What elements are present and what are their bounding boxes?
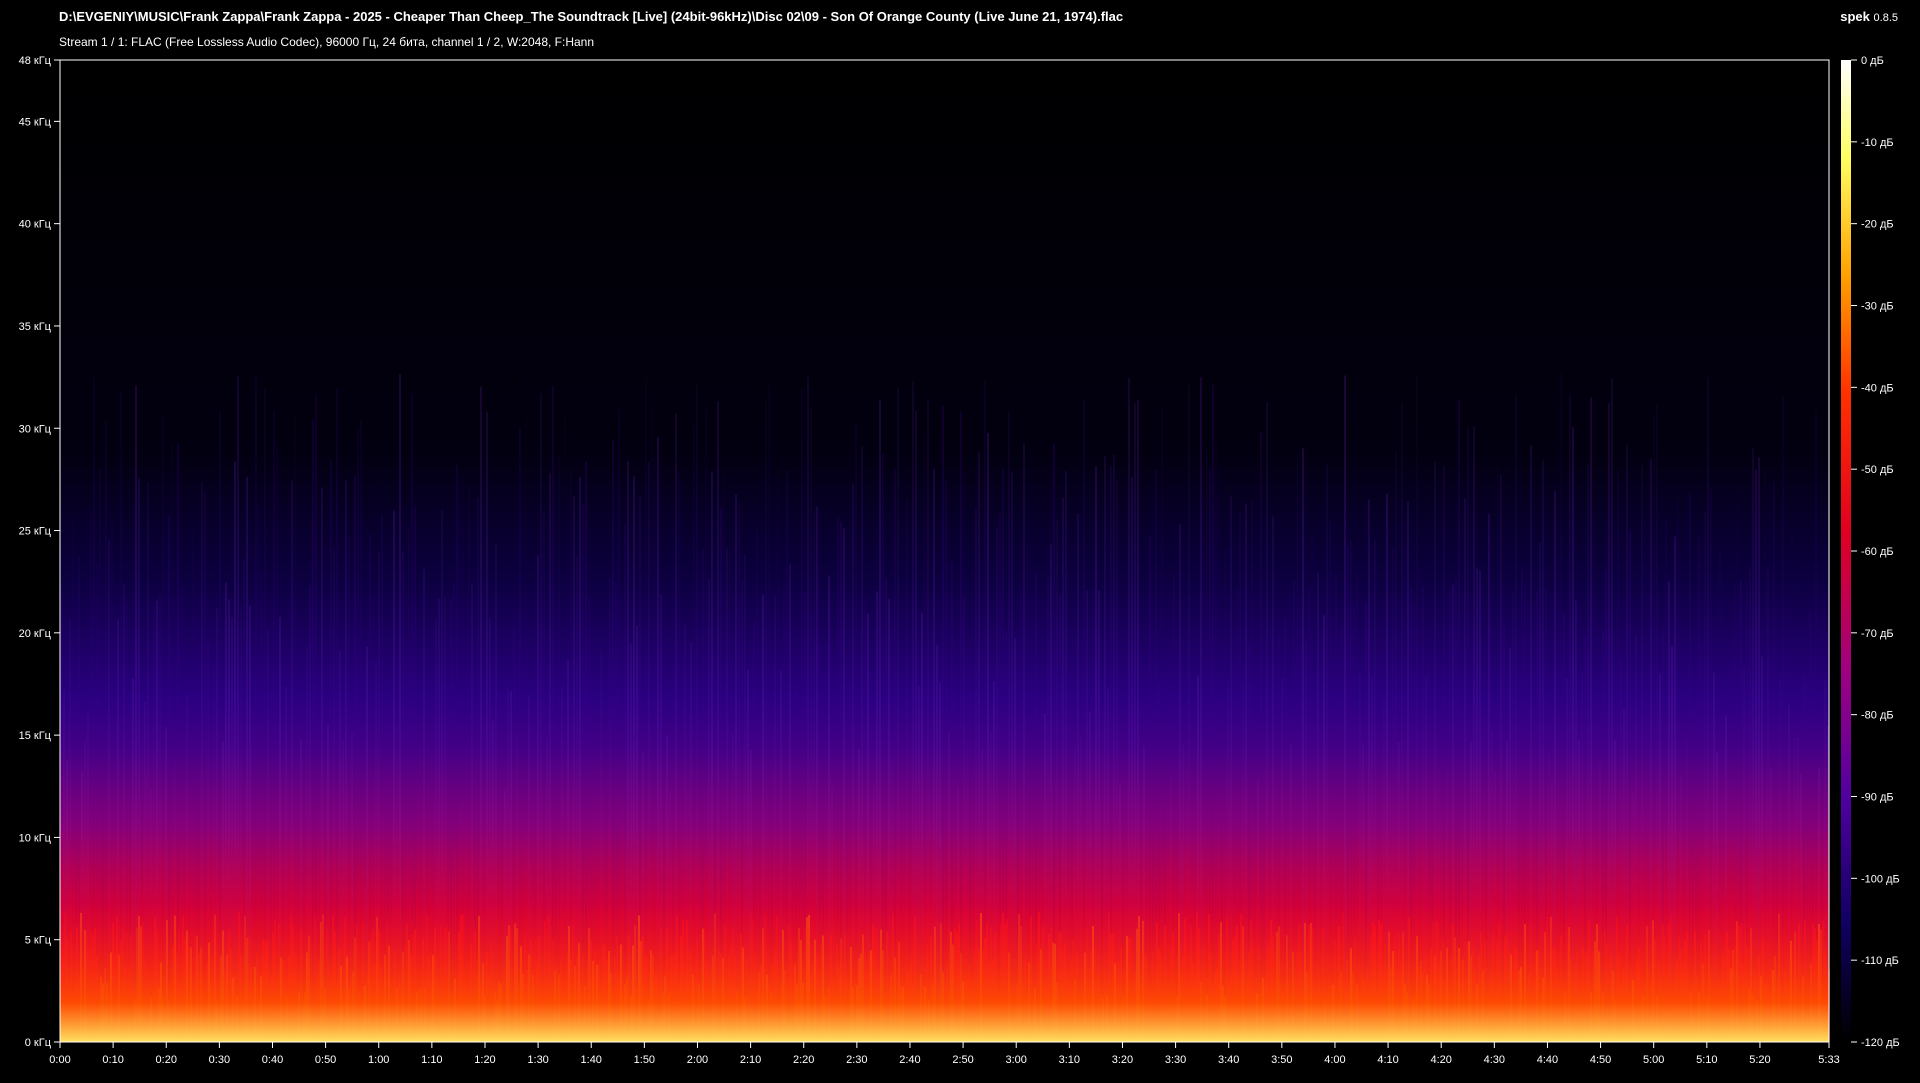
level-scale-ticks: 0 дБ -10 дБ -20 дБ -30 дБ -40 дБ -50 дБ -60 дБ… [1851,55,1900,1049]
time-tick-label: 0:40 [262,1054,283,1066]
time-tick-label: 4:50 [1590,1054,1611,1066]
time-tick-label: 3:50 [1271,1054,1292,1066]
time-tick-label: 5:33 [1818,1054,1839,1066]
level-tick-label: -80 дБ [1861,710,1894,722]
time-tick-label: 4:00 [1324,1054,1345,1066]
freq-tick-label: 45 кГц [19,116,52,128]
time-tick-label: 3:00 [1006,1054,1027,1066]
time-tick-label: 5:00 [1643,1054,1664,1066]
time-tick-label: 2:20 [793,1054,814,1066]
level-tick-label: -90 дБ [1861,792,1894,804]
time-tick-label: 3:30 [1165,1054,1186,1066]
time-tick-label: 4:20 [1430,1054,1451,1066]
frequency-axis: 0 кГц 5 кГц 10 кГц 15 кГц 20 кГц 25 кГц 30 кГц… [19,55,60,1049]
freq-tick-label: 15 кГц [19,730,52,742]
time-tick-label: 2:30 [846,1054,867,1066]
freq-tick-label: 40 кГц [19,219,52,231]
bass-glow [60,60,1829,1042]
time-tick-label: 1:40 [581,1054,602,1066]
time-tick-label: 3:10 [1059,1054,1080,1066]
freq-tick-label: 30 кГц [19,423,52,435]
spectrogram-view: 0 кГц 5 кГц 10 кГц 15 кГц 20 кГц 25 кГц 30 кГц… [19,55,1900,1066]
time-tick-label: 3:40 [1218,1054,1239,1066]
level-scale-bar [1841,60,1851,1042]
spectrogram-plot [59,59,1830,1043]
time-tick-label: 0:50 [315,1054,336,1066]
time-tick-label: 2:00 [687,1054,708,1066]
level-tick-label: -40 дБ [1861,382,1894,394]
time-tick-label: 0:00 [49,1054,70,1066]
time-tick-label: 4:40 [1537,1054,1558,1066]
time-tick-label: 0:10 [102,1054,123,1066]
time-tick-label: 5:20 [1749,1054,1770,1066]
freq-tick-label: 10 кГц [19,832,52,844]
time-tick-label: 0:30 [209,1054,230,1066]
time-tick-label: 5:10 [1696,1054,1717,1066]
level-scale: 0 дБ -10 дБ -20 дБ -30 дБ -40 дБ -50 дБ -60 дБ… [1841,55,1900,1049]
level-tick-label: -10 дБ [1861,137,1894,149]
level-tick-label: -20 дБ [1861,219,1894,231]
freq-tick-label: 25 кГц [19,526,52,538]
freq-tick-label: 20 кГц [19,628,52,640]
level-tick-label: -60 дБ [1861,546,1894,558]
freq-tick-label: 5 кГц [25,935,52,947]
time-tick-label: 1:30 [527,1054,548,1066]
time-tick-label: 2:10 [740,1054,761,1066]
time-tick-label: 0:20 [156,1054,177,1066]
time-tick-label: 3:20 [1112,1054,1133,1066]
level-tick-label: 0 дБ [1861,55,1884,67]
time-tick-label: 1:20 [474,1054,495,1066]
time-tick-label: 4:30 [1484,1054,1505,1066]
time-axis: 0:00 0:10 0:20 0:30 0:40 0:50 1:00 1:10 1:20 1:30… [49,1042,1840,1066]
level-tick-label: -70 дБ [1861,628,1894,640]
freq-tick-label: 35 кГц [19,321,52,333]
level-tick-label: -100 дБ [1861,873,1900,885]
freq-tick-label: 48 кГц [19,55,52,67]
time-tick-label: 1:50 [634,1054,655,1066]
level-tick-label: -50 дБ [1861,464,1894,476]
time-tick-label: 1:00 [368,1054,389,1066]
time-tick-label: 2:40 [899,1054,920,1066]
time-tick-label: 4:10 [1377,1054,1398,1066]
level-tick-label: -30 дБ [1861,301,1894,313]
time-tick-label: 2:50 [952,1054,973,1066]
level-tick-label: -120 дБ [1861,1037,1900,1049]
level-tick-label: -110 дБ [1861,955,1899,967]
freq-tick-label: 0 кГц [25,1037,52,1049]
time-tick-label: 1:10 [421,1054,442,1066]
